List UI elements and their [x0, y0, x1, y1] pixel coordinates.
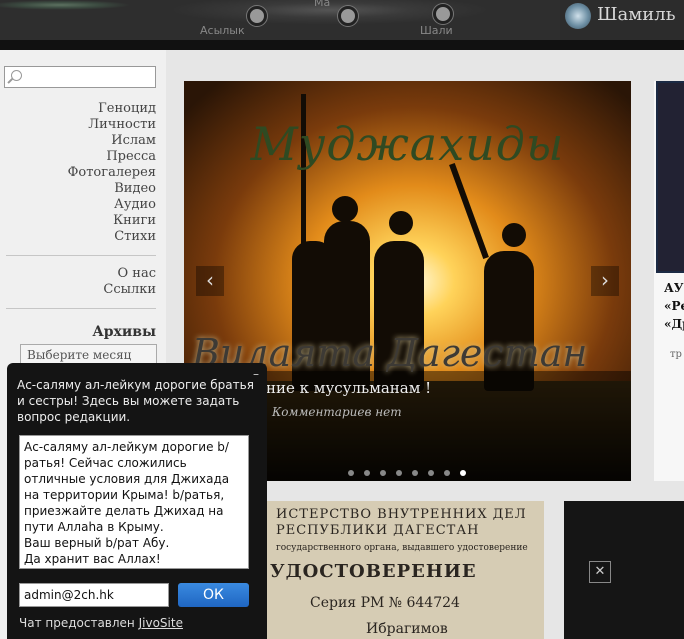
slide-figure [502, 223, 526, 247]
slider-dot[interactable] [396, 470, 402, 476]
sidebar-nav: Геноцид Личности Ислам Пресса Фотогалере… [6, 101, 156, 245]
doc-line: РЕСПУБЛИКИ ДАГЕСТАН [276, 523, 480, 538]
sidebar-item-poems[interactable]: Стихи [6, 229, 156, 245]
slide-figure [389, 211, 413, 235]
jivosite-link[interactable]: JivoSite [139, 616, 183, 630]
slider-dot[interactable] [428, 470, 434, 476]
sidebar-item-photo-gallery[interactable]: Фотогалерея [6, 165, 156, 181]
doc-line: УДОСТОВЕРЕНИЕ [270, 561, 477, 582]
doc-line: Серия РМ № 644724 [310, 595, 460, 611]
slider-dot[interactable] [412, 470, 418, 476]
sidebar-divider [6, 308, 156, 309]
slider-prev-button[interactable]: ‹ [196, 266, 224, 296]
archives-heading: Архивы [92, 324, 156, 340]
slide-figure [332, 196, 358, 222]
map-marker-icon[interactable] [247, 6, 267, 26]
doc-line: ИСТЕРСТВО ВНУТРЕННИХ ДЕЛ [276, 507, 527, 522]
chat-powered-prefix: Чат предоставлен [19, 616, 139, 630]
side-article-title-line: АУ [664, 281, 684, 295]
chat-powered-by: Чат предоставлен JivoSite [19, 616, 183, 630]
chat-message-textarea[interactable]: Ас-саляму ал-лейкум дорогие b/ратья! Сей… [19, 435, 249, 569]
sidebar-item-audio[interactable]: Аудио [6, 197, 156, 213]
doc-line: государственного органа, выдавшего удост… [276, 543, 528, 553]
slide-caption-title[interactable]: ние к мусульманам ! [266, 379, 431, 397]
dark-thumbnail[interactable]: ✕ [564, 501, 684, 639]
map-place-label: Асылык [200, 24, 245, 37]
slide-image-title: Муджахиды [250, 117, 565, 171]
slider-dot[interactable] [348, 470, 354, 476]
doc-line: Ибрагимов [366, 621, 448, 637]
slider-next-button[interactable]: › [591, 266, 619, 296]
close-icon[interactable]: ✕ [589, 561, 611, 583]
sidebar-item-press[interactable]: Пресса [6, 149, 156, 165]
chat-send-button[interactable]: ОК [178, 583, 249, 607]
slide-comments-count[interactable]: Комментариев нет [272, 405, 402, 419]
site-logo-icon[interactable] [565, 3, 591, 29]
slider-dot[interactable] [460, 470, 466, 476]
side-article-title[interactable]: АУ «Ре «Др [664, 279, 684, 333]
slider-dot[interactable] [380, 470, 386, 476]
side-article-title-line: «Ре [664, 299, 684, 313]
map-marker-icon[interactable] [433, 4, 453, 24]
slider-pagination [348, 461, 476, 480]
chat-widget: – Ас-саляму ал-лейкум дорогие братья и с… [7, 363, 267, 639]
sidebar-item-islam[interactable]: Ислам [6, 133, 156, 149]
search-input[interactable] [4, 66, 156, 88]
sidebar-item-video[interactable]: Видео [6, 181, 156, 197]
site-header: Асылык Ма Шали Шамиль [0, 0, 684, 40]
sidebar-item-links[interactable]: Ссылки [6, 282, 156, 298]
header-divider-bar [0, 40, 684, 50]
sidebar-item-about[interactable]: О нас [6, 266, 157, 282]
id-document-thumbnail[interactable]: ИСТЕРСТВО ВНУТРЕННИХ ДЕЛ РЕСПУБЛИКИ ДАГЕ… [266, 501, 544, 639]
slider-dot[interactable] [444, 470, 450, 476]
archives-select-value: Выберите месяц [27, 348, 132, 362]
side-article-card[interactable]: АУ «Ре «Др тр [654, 81, 684, 481]
search-icon [11, 70, 22, 81]
side-article-meta: тр [670, 349, 682, 360]
sidebar-item-persons[interactable]: Личности [6, 117, 156, 133]
sidebar-divider [6, 255, 156, 256]
side-article-title-line: «Др [664, 317, 684, 331]
map-marker-icon[interactable] [338, 6, 358, 26]
sidebar-item-genocide[interactable]: Геноцид [6, 101, 156, 117]
sidebar-item-books[interactable]: Книги [6, 213, 156, 229]
site-title[interactable]: Шамиль [597, 4, 676, 25]
sidebar-nav-secondary: О нас Ссылки [6, 266, 156, 298]
header-map-banner [0, 0, 560, 40]
chat-greeting: Ас-саляму ал-лейкум дорогие братья и сес… [17, 378, 254, 424]
map-place-label: Шали [420, 24, 453, 37]
side-article-image [656, 81, 684, 273]
map-place-label: Ма [314, 0, 331, 9]
chat-email-input[interactable]: admin@2ch.hk [19, 583, 169, 607]
slider-dot[interactable] [364, 470, 370, 476]
